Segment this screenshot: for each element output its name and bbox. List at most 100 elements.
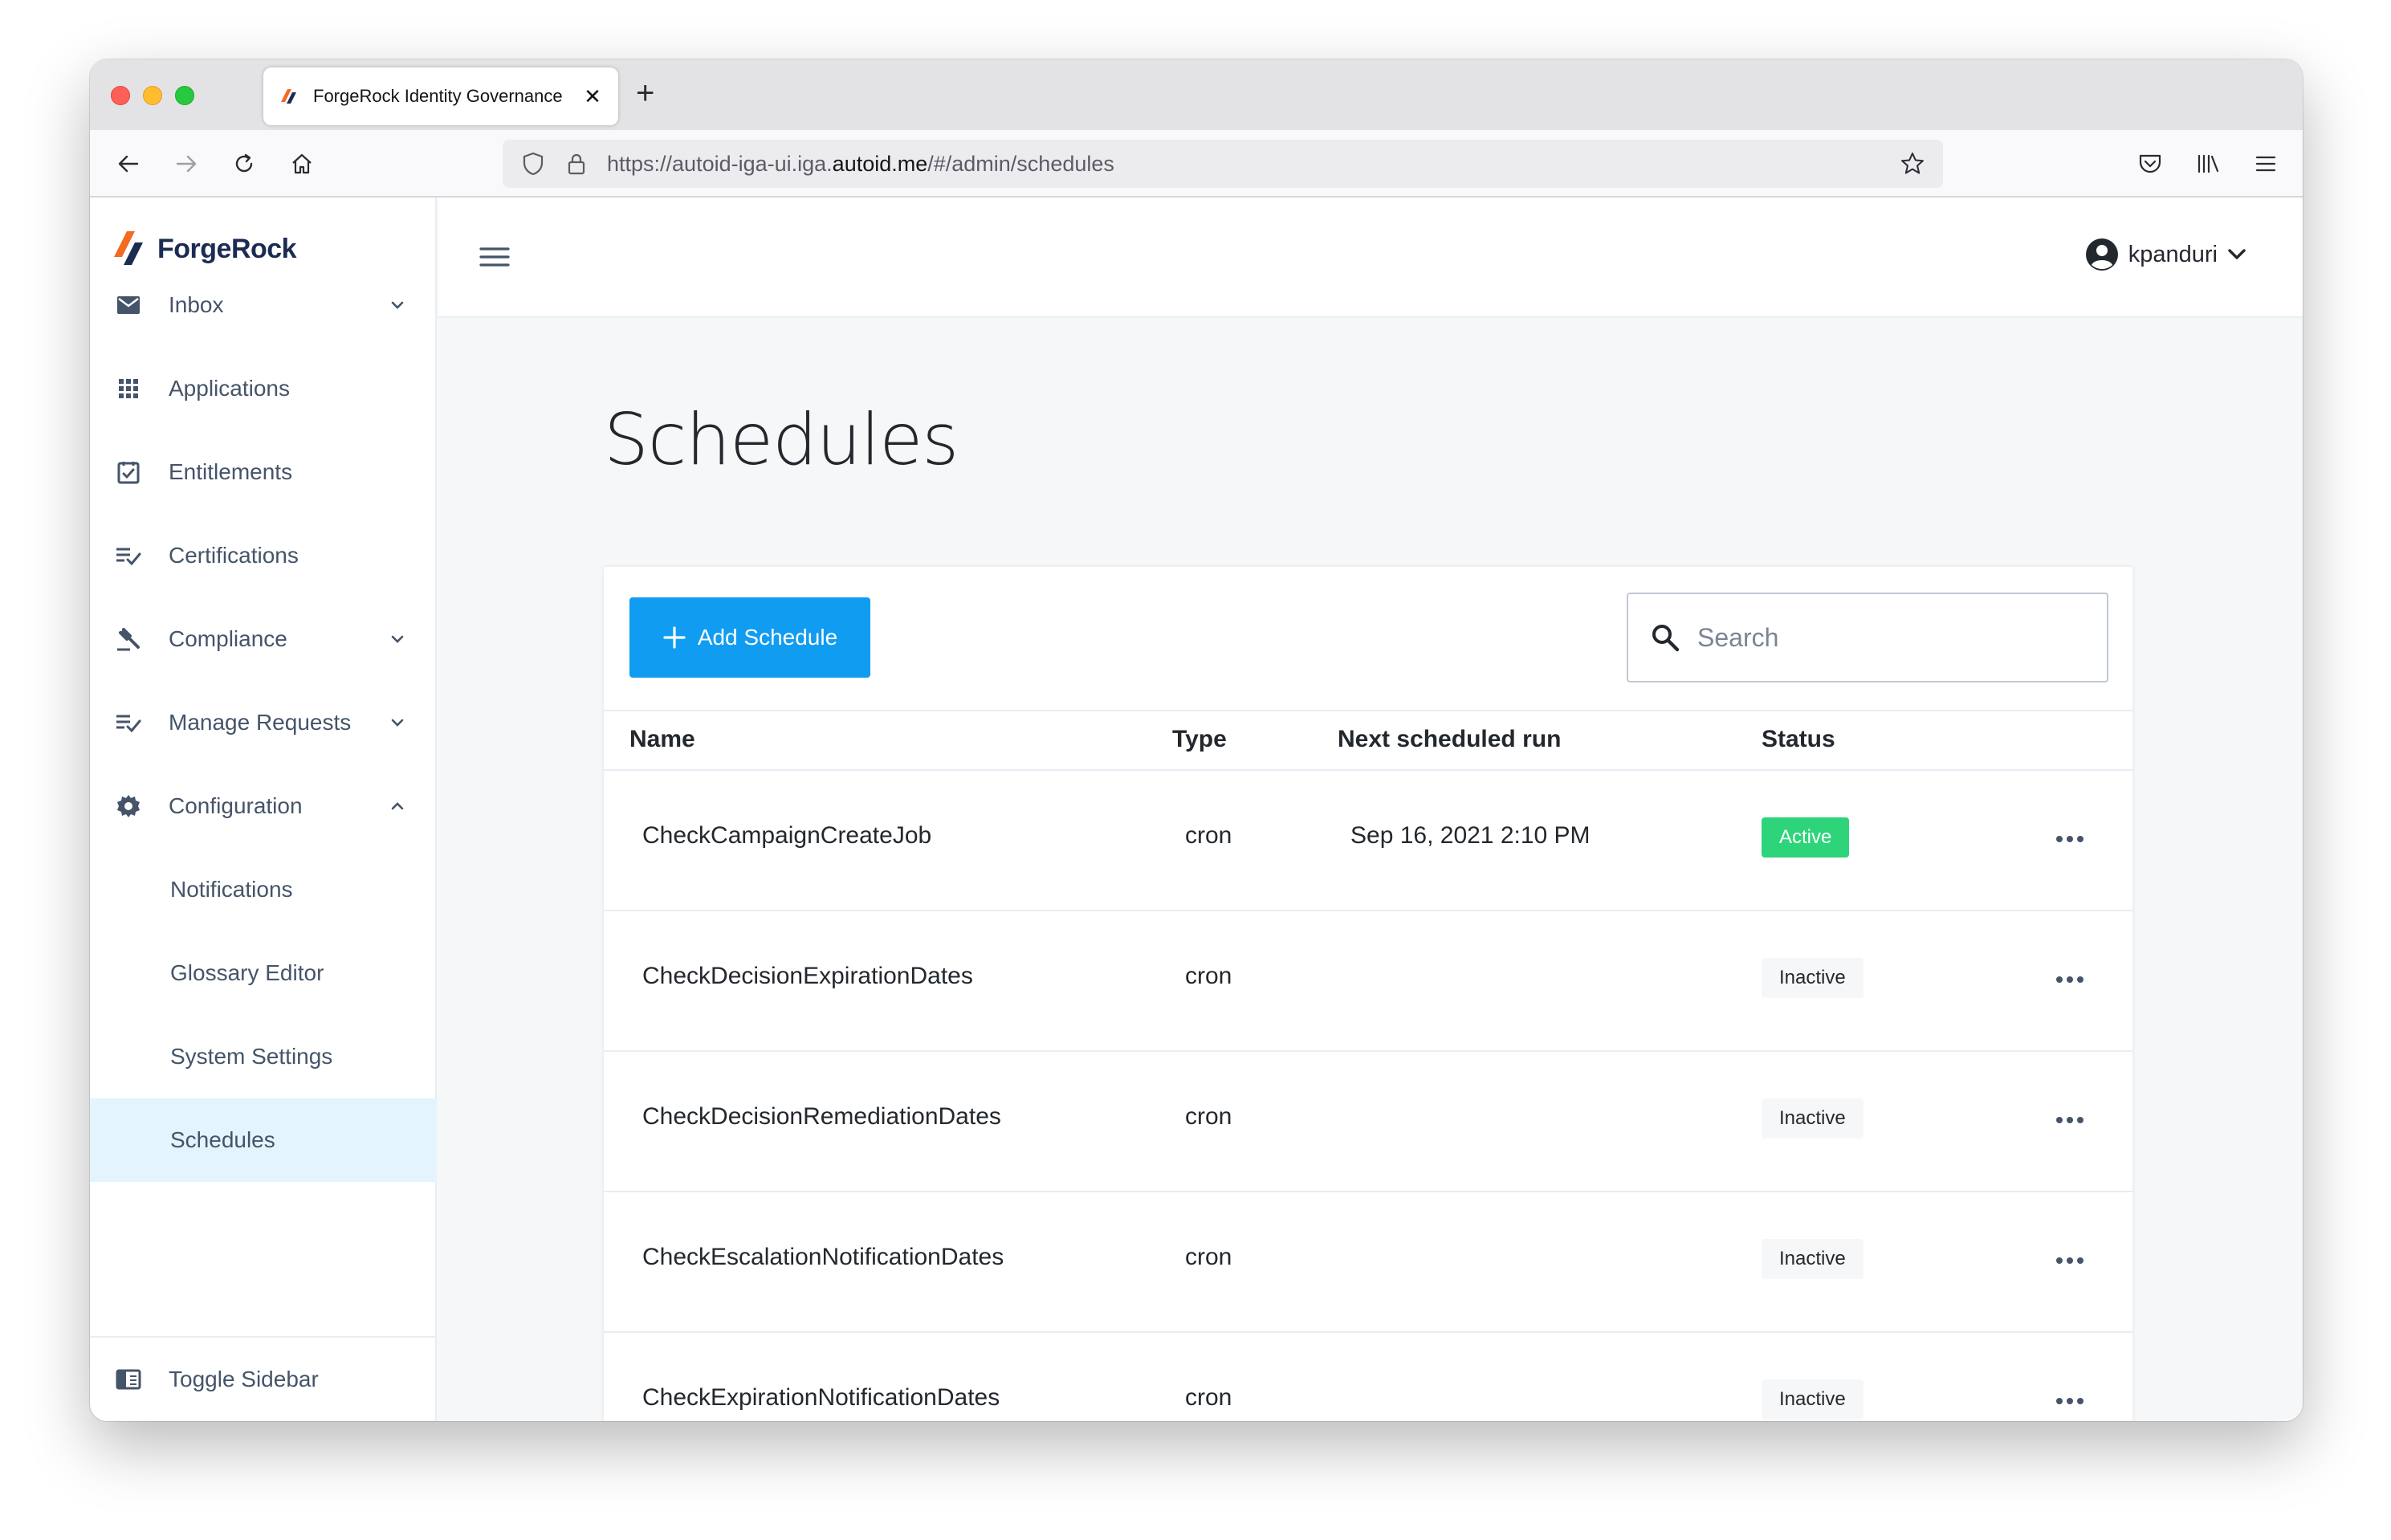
sidebar-item-configuration[interactable]: Configuration — [90, 764, 437, 848]
add-schedule-label: Add Schedule — [697, 625, 838, 650]
more-actions-icon[interactable] — [2052, 968, 2088, 992]
lock-icon[interactable] — [560, 148, 593, 180]
gavel-icon — [114, 625, 143, 654]
schedule-type: cron — [1185, 963, 1232, 989]
url-prefix: https://autoid-iga-ui.iga. — [607, 151, 833, 176]
tab-strip: ForgeRock Identity Governance ✕ + — [90, 59, 2303, 130]
list-check-icon — [114, 541, 143, 570]
chevron-down-icon — [385, 627, 409, 651]
sidebar-item-label: Configuration — [169, 793, 303, 818]
schedule-name: CheckExpirationNotificationDates — [642, 1384, 1000, 1411]
sidebar-toggle-icon — [114, 1365, 143, 1394]
sidebar-item-entitlements[interactable]: Entitlements — [90, 430, 437, 514]
status-badge: Inactive — [1762, 958, 1864, 998]
url-suffix: /#/admin/schedules — [927, 151, 1114, 176]
table-row[interactable]: CheckDecisionExpirationDates cron Inacti… — [604, 911, 2132, 1052]
sidebar-item-label: Entitlements — [169, 459, 293, 484]
app-menu-icon[interactable] — [2248, 146, 2283, 181]
sidebar-item-compliance[interactable]: Compliance — [90, 597, 437, 681]
sidebar-item-label: Manage Requests — [169, 710, 352, 735]
tracking-shield-icon[interactable] — [517, 148, 549, 180]
schedules-card: Add Schedule Name Type Next scheduled ru… — [604, 567, 2132, 1421]
column-header-next-run[interactable]: Next scheduled run — [1338, 726, 1561, 753]
gear-icon — [114, 792, 143, 821]
new-tab-button[interactable]: + — [636, 75, 654, 112]
status-badge: Inactive — [1762, 1239, 1864, 1279]
sidebar-item-notifications[interactable]: Notifications — [90, 848, 437, 931]
checkbox-icon — [114, 458, 143, 487]
status-badge: Active — [1762, 817, 1850, 858]
library-icon[interactable] — [2190, 146, 2226, 181]
page-title: Schedules — [604, 398, 959, 481]
url-text[interactable]: https://autoid-iga-ui.iga.autoid.me/#/ad… — [607, 152, 1114, 177]
add-schedule-button[interactable]: Add Schedule — [629, 597, 870, 678]
url-bar[interactable]: https://autoid-iga-ui.iga.autoid.me/#/ad… — [503, 140, 1943, 188]
more-actions-icon[interactable] — [2052, 827, 2088, 851]
schedule-type: cron — [1185, 822, 1232, 849]
user-menu[interactable]: kpanduri — [2085, 238, 2246, 271]
chevron-down-icon — [385, 293, 409, 317]
sidebar-item-label: Inbox — [169, 292, 224, 317]
column-header-type[interactable]: Type — [1172, 726, 1227, 753]
search-icon — [1652, 625, 1680, 652]
status-badge: Inactive — [1762, 1098, 1864, 1139]
sidebar-item-glossary-editor[interactable]: Glossary Editor — [90, 931, 437, 1015]
column-header-status[interactable]: Status — [1762, 726, 1835, 753]
schedule-type: cron — [1185, 1103, 1232, 1130]
zoom-window-button[interactable] — [175, 86, 194, 105]
bookmark-star-icon[interactable] — [1896, 148, 1929, 180]
sidebar-item-schedules[interactable]: Schedules — [90, 1098, 437, 1182]
status-badge: Inactive — [1762, 1379, 1864, 1420]
browser-window: ForgeRock Identity Governance ✕ + https:… — [90, 59, 2303, 1421]
table-row[interactable]: CheckDecisionRemediationDates cron Inact… — [604, 1052, 2132, 1192]
toggle-sidebar-button[interactable]: Toggle Sidebar — [90, 1336, 435, 1421]
back-icon[interactable] — [111, 146, 146, 181]
apps-grid-icon — [114, 374, 143, 403]
pocket-icon[interactable] — [2132, 146, 2168, 181]
browser-navbar: https://autoid-iga-ui.iga.autoid.me/#/ad… — [90, 130, 2303, 198]
table-row[interactable]: CheckExpirationNotificationDates cron In… — [604, 1333, 2132, 1421]
column-header-name[interactable]: Name — [629, 726, 695, 753]
sidebar-item-certifications[interactable]: Certifications — [90, 514, 437, 597]
sidebar-item-label: Applications — [169, 376, 290, 401]
search-input[interactable] — [1697, 622, 2083, 653]
chevron-down-icon — [385, 711, 409, 735]
schedule-name: CheckDecisionRemediationDates — [642, 1103, 1001, 1130]
toggle-sidebar-label: Toggle Sidebar — [169, 1367, 319, 1391]
sidebar-item-system-settings[interactable]: System Settings — [90, 1015, 437, 1098]
forward-icon[interactable] — [169, 146, 204, 181]
table-row[interactable]: CheckEscalationNotificationDates cron In… — [604, 1192, 2132, 1333]
app-area: ForgeRock Inbox Applications Entitlement… — [90, 198, 2303, 1421]
minimize-window-button[interactable] — [143, 86, 162, 105]
browser-tab[interactable]: ForgeRock Identity Governance ✕ — [263, 67, 618, 125]
schedule-type: cron — [1185, 1384, 1232, 1411]
more-actions-icon[interactable] — [2052, 1108, 2088, 1132]
plus-icon — [663, 626, 686, 649]
schedule-name: CheckEscalationNotificationDates — [642, 1244, 1004, 1270]
forgerock-favicon-icon — [281, 89, 296, 104]
close-tab-icon[interactable]: ✕ — [581, 84, 604, 109]
sidebar-item-inbox[interactable]: Inbox — [90, 263, 437, 347]
home-icon[interactable] — [284, 146, 320, 181]
sidebar-item-manage-requests[interactable]: Manage Requests — [90, 681, 437, 764]
sidebar-item-label: Notifications — [170, 877, 293, 902]
more-actions-icon[interactable] — [2052, 1389, 2088, 1413]
hamburger-menu-icon[interactable] — [477, 239, 512, 275]
sidebar-item-applications[interactable]: Applications — [90, 347, 437, 430]
schedule-name: CheckCampaignCreateJob — [642, 822, 932, 849]
table-row[interactable]: CheckCampaignCreateJob cron Sep 16, 2021… — [604, 771, 2132, 911]
close-window-button[interactable] — [111, 86, 130, 105]
mail-icon — [114, 291, 143, 320]
search-field[interactable] — [1627, 593, 2108, 682]
chevron-up-icon — [385, 794, 409, 818]
table-header: Name Type Next scheduled run Status — [604, 710, 2132, 771]
username: kpanduri — [2128, 241, 2218, 267]
brand-name: ForgeRock — [157, 233, 297, 264]
reload-icon[interactable] — [226, 146, 262, 181]
tab-title: ForgeRock Identity Governance — [313, 86, 563, 106]
url-host: autoid.me — [832, 151, 928, 176]
sidebar-item-label: Schedules — [170, 1127, 275, 1152]
more-actions-icon[interactable] — [2052, 1249, 2088, 1273]
sidebar-item-label: Compliance — [169, 626, 287, 651]
sidebar-item-label: Glossary Editor — [170, 960, 324, 985]
